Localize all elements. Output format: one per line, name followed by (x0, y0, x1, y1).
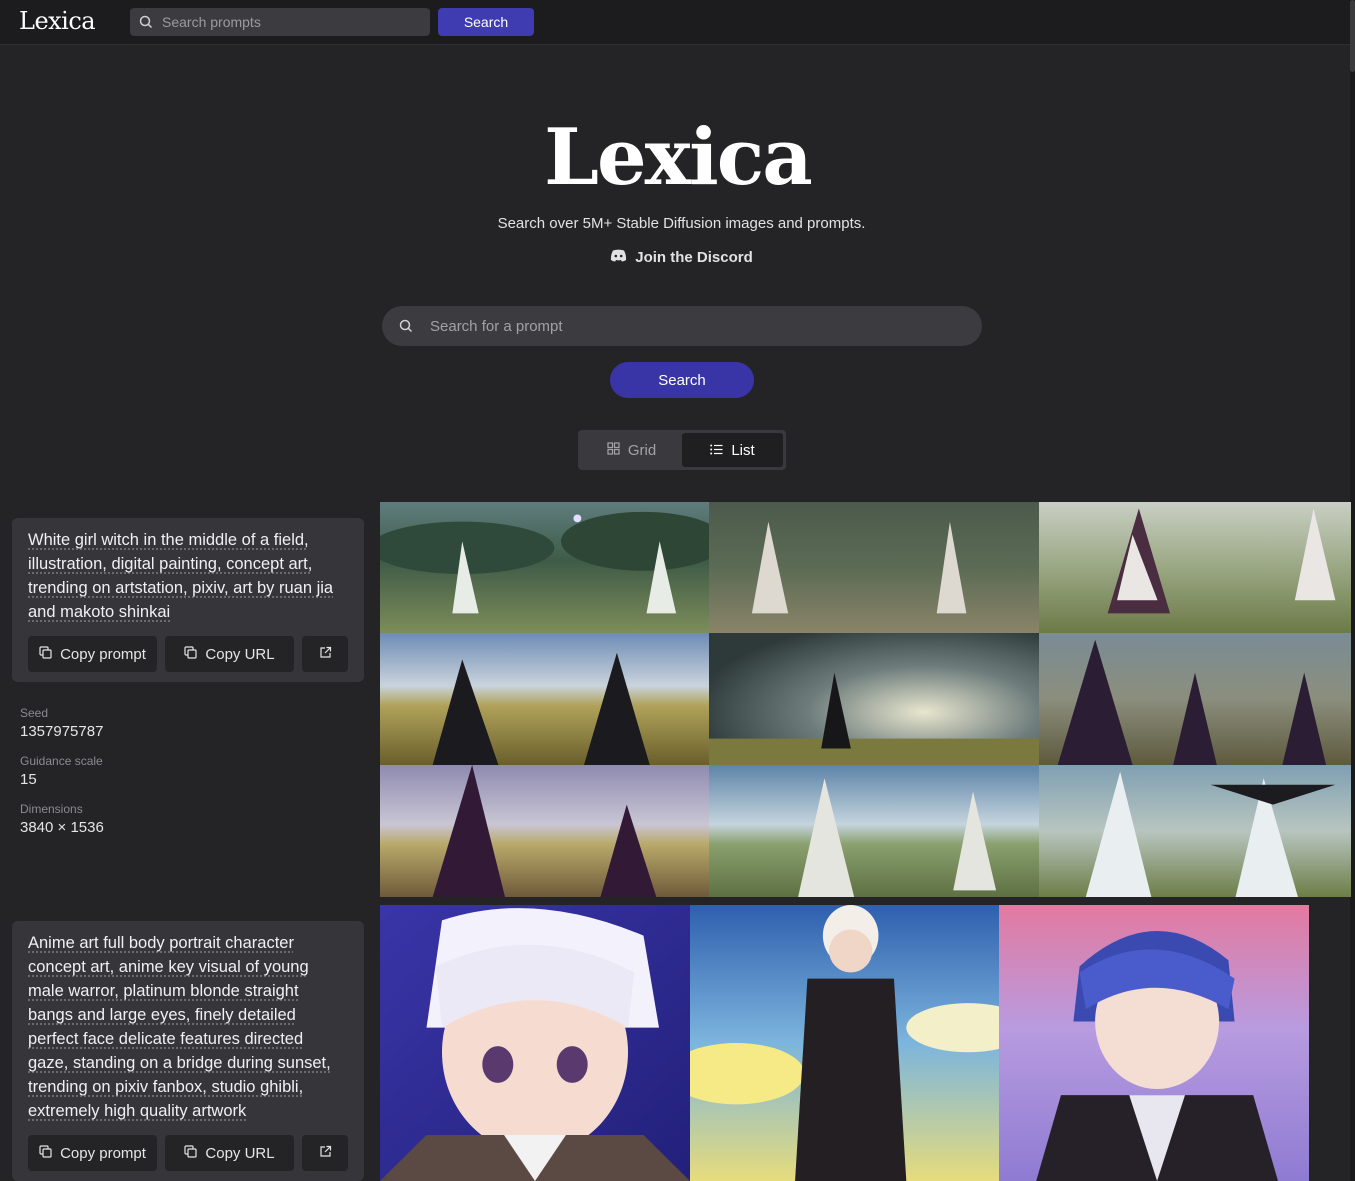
prompt-text[interactable]: Anime art full body portrait character c… (28, 931, 348, 1123)
image-grid (380, 905, 1309, 1181)
copy-url-button[interactable]: Copy URL (165, 636, 294, 672)
top-search-input[interactable] (162, 14, 422, 30)
seed-label: Seed (20, 706, 103, 720)
open-image-button[interactable] (302, 1135, 348, 1171)
hero-title: Lexica (0, 112, 1355, 203)
copy-icon (39, 646, 52, 663)
grid-view-option[interactable]: Grid (581, 433, 682, 467)
main-search-input[interactable] (430, 318, 970, 335)
copy-icon (184, 1145, 197, 1162)
result-image[interactable] (709, 633, 1039, 765)
copy-prompt-button[interactable]: Copy prompt (28, 1135, 157, 1171)
result-image[interactable] (380, 905, 690, 1181)
discord-link[interactable]: Join the Discord (0, 249, 1355, 266)
brand-logo[interactable]: Lexica (19, 7, 95, 35)
result-image[interactable] (690, 905, 999, 1181)
list-view-option[interactable]: List (682, 433, 783, 467)
copy-icon (184, 646, 197, 663)
prompt-actions: Copy prompt Copy URL (28, 1135, 348, 1171)
scrollbar-thumb[interactable] (1350, 0, 1355, 72)
seed-value: 1357975787 (20, 723, 103, 740)
result-image[interactable] (1039, 765, 1351, 897)
image-grid (380, 502, 1351, 897)
guidance-label: Guidance scale (20, 754, 103, 768)
dimensions-info: Dimensions 3840 × 1536 (20, 802, 104, 836)
list-view-label: List (731, 442, 754, 459)
guidance-info: Guidance scale 15 (20, 754, 103, 788)
result-image[interactable] (380, 633, 709, 765)
copy-prompt-label: Copy prompt (60, 1145, 146, 1162)
result-image[interactable] (380, 502, 709, 633)
prompt-card: Anime art full body portrait character c… (12, 921, 364, 1181)
main-search-box[interactable] (382, 306, 982, 346)
copy-prompt-button[interactable]: Copy prompt (28, 636, 157, 672)
copy-url-button[interactable]: Copy URL (165, 1135, 294, 1171)
list-icon (710, 442, 723, 459)
view-toggle: Grid List (578, 430, 786, 470)
result-image[interactable] (1039, 502, 1351, 633)
prompt-card: White girl witch in the middle of a fiel… (12, 518, 364, 682)
result-image[interactable] (709, 765, 1039, 897)
seed-info: Seed 1357975787 (20, 706, 103, 740)
prompt-text[interactable]: White girl witch in the middle of a fiel… (28, 528, 348, 624)
discord-icon (610, 249, 627, 266)
dimensions-label: Dimensions (20, 802, 104, 816)
result-image[interactable] (1039, 633, 1351, 765)
result-image[interactable] (999, 905, 1309, 1181)
copy-url-label: Copy URL (205, 1145, 274, 1162)
search-icon (130, 15, 162, 29)
top-search-button[interactable]: Search (438, 8, 534, 36)
external-link-icon (319, 1145, 332, 1162)
result-image[interactable] (380, 765, 709, 897)
discord-label: Join the Discord (635, 249, 753, 266)
dimensions-value: 3840 × 1536 (20, 819, 104, 836)
prompt-actions: Copy prompt Copy URL (28, 636, 348, 672)
copy-prompt-label: Copy prompt (60, 646, 146, 663)
top-search-box[interactable] (130, 8, 430, 36)
grid-icon (607, 442, 620, 459)
top-navbar: Lexica Search (0, 0, 1355, 45)
copy-url-label: Copy URL (205, 646, 274, 663)
grid-view-label: Grid (628, 442, 656, 459)
open-image-button[interactable] (302, 636, 348, 672)
copy-icon (39, 1145, 52, 1162)
search-icon (382, 319, 430, 333)
result-image[interactable] (709, 502, 1039, 633)
main-search-button[interactable]: Search (610, 362, 754, 398)
guidance-value: 15 (20, 771, 103, 788)
hero-subtitle: Search over 5M+ Stable Diffusion images … (0, 215, 1355, 232)
external-link-icon (319, 646, 332, 663)
